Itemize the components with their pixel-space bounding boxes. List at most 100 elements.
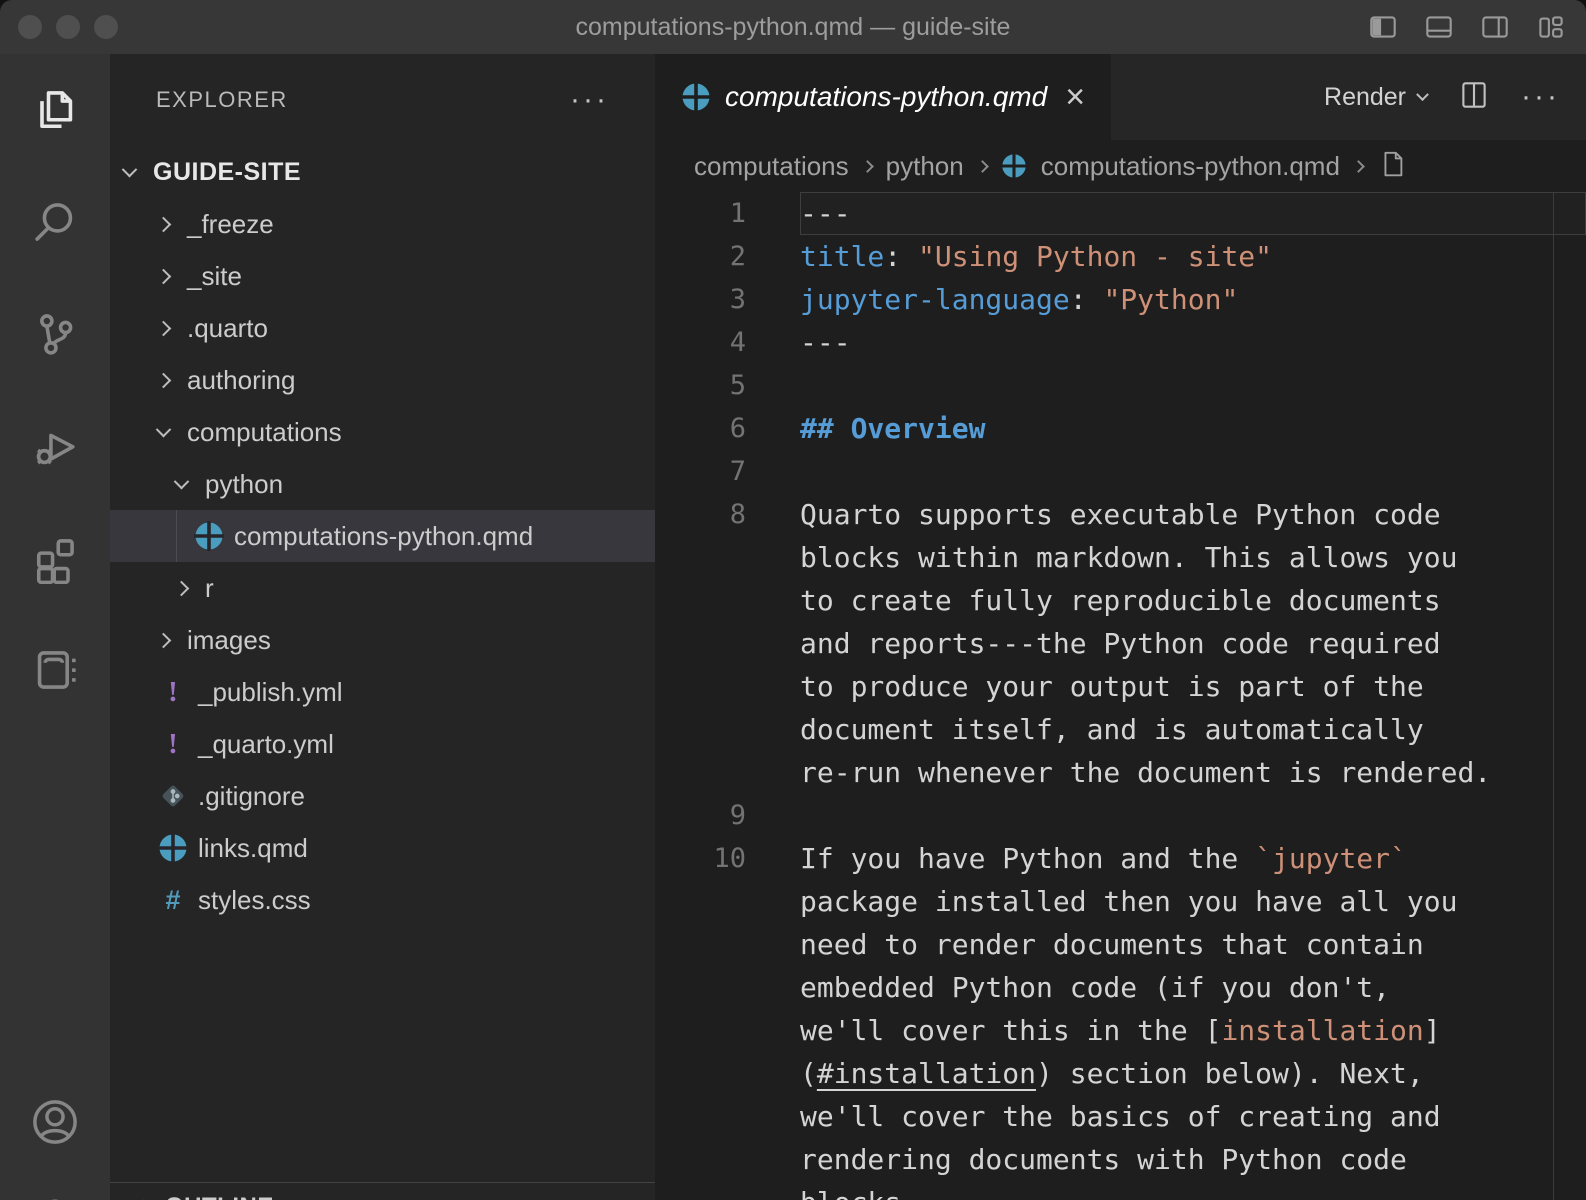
vscode-window: computations-python.qmd — guide-site [0, 0, 1586, 1200]
code-line: package installed then you have all you [655, 880, 1586, 923]
line-number: 3 [655, 278, 800, 321]
line-number: 9 [655, 794, 800, 837]
tree-item-label: python [205, 469, 283, 500]
remote-explorer-icon[interactable] [0, 614, 110, 726]
editor-more-actions-icon[interactable]: ··· [1521, 92, 1560, 102]
toggle-sidebar-icon[interactable] [1366, 10, 1400, 44]
tree-item--publish-yml[interactable]: ! _publish.yml [110, 666, 655, 718]
line-number [655, 751, 800, 794]
split-editor-icon[interactable] [1457, 78, 1491, 117]
tree-item--gitignore[interactable]: .gitignore [110, 770, 655, 822]
explorer-icon[interactable] [0, 54, 110, 166]
source-control-icon[interactable] [0, 278, 110, 390]
line-number [655, 665, 800, 708]
tree-item-python[interactable]: python [110, 458, 655, 510]
activity-bar [0, 54, 110, 1200]
line-number [655, 1052, 800, 1095]
code-line: embedded Python code (if you don't, [655, 966, 1586, 1009]
tree-item-label: .gitignore [198, 781, 305, 812]
code-line: need to render documents that contain [655, 923, 1586, 966]
chevron-right-icon [861, 160, 874, 173]
breadcrumb-python[interactable]: python [886, 151, 964, 182]
tree-item--quarto-yml[interactable]: !_quarto.yml [110, 718, 655, 770]
run-debug-icon[interactable] [0, 390, 110, 502]
outline-section[interactable]: OUTLINE [110, 1182, 655, 1200]
code-line: 4--- [655, 321, 1586, 364]
close-tab-icon[interactable]: × [1061, 82, 1089, 112]
settings-gear-icon[interactable] [35, 1192, 75, 1200]
chevron-down-icon [174, 473, 190, 489]
tree-item-label: authoring [187, 365, 295, 396]
render-button[interactable]: Render [1324, 83, 1427, 112]
line-number: 10 [655, 837, 800, 880]
accounts-icon[interactable] [0, 1066, 110, 1178]
line-number: 8 [655, 493, 800, 536]
git-file-icon [158, 781, 188, 811]
extensions-icon[interactable] [0, 502, 110, 614]
line-number [655, 708, 800, 751]
chevron-right-icon [174, 580, 190, 596]
tree-item-label: _site [187, 261, 242, 292]
code-line: we'll cover this in the [installation] [655, 1009, 1586, 1052]
explorer-more-actions-icon[interactable]: ··· [570, 95, 609, 105]
line-number: 2 [655, 235, 800, 278]
line-number: 4 [655, 321, 800, 364]
tree-item-r[interactable]: r [110, 562, 655, 614]
code-line: 2title: "Using Python - site" [655, 235, 1586, 278]
code-line: 5 [655, 364, 1586, 407]
code-line: blocks [655, 1181, 1586, 1200]
yaml-file-icon: ! [158, 677, 188, 707]
line-number [655, 1009, 800, 1052]
customize-layout-icon[interactable] [1534, 10, 1568, 44]
tab-bar: computations-python.qmd × Render ··· [655, 54, 1586, 140]
title-bar: computations-python.qmd — guide-site [0, 0, 1586, 54]
search-icon[interactable] [0, 166, 110, 278]
tree-item-label: r [205, 573, 214, 604]
tree-item-computations[interactable]: computations [110, 406, 655, 458]
tree-item-guide-site[interactable]: GUIDE-SITE [110, 146, 655, 198]
line-number [655, 1181, 800, 1200]
tree-item--freeze[interactable]: _freeze [110, 198, 655, 250]
explorer-sidebar: EXPLORER ··· GUIDE-SITE _freeze _site .quar… [110, 54, 655, 1200]
tree-item-computations-python-qmd[interactable]: computations-python.qmd [110, 510, 655, 562]
chevron-right-icon [156, 268, 172, 284]
line-number: 5 [655, 364, 800, 407]
quarto-file-icon [194, 521, 224, 551]
code-editor[interactable]: 1---2title: "Using Python - site"3jupyte… [655, 192, 1586, 1200]
toggle-secondary-sidebar-icon[interactable] [1478, 10, 1512, 44]
breadcrumb-computations[interactable]: computations [694, 151, 849, 182]
breadcrumb-file[interactable]: computations-python.qmd [1041, 151, 1340, 182]
quarto-file-icon [681, 82, 711, 112]
code-line: 10If you have Python and the `jupyter` [655, 837, 1586, 880]
toggle-panel-icon[interactable] [1422, 10, 1456, 44]
tree-item-links-qmd[interactable]: links.qmd [110, 822, 655, 874]
code-line: 9 [655, 794, 1586, 837]
tree-item-label: _freeze [187, 209, 274, 240]
editor-group: computations-python.qmd × Render ··· [655, 54, 1586, 1200]
chevron-right-icon [156, 372, 172, 388]
line-number [655, 923, 800, 966]
code-line: 6## Overview [655, 407, 1586, 450]
tab-computations-python[interactable]: computations-python.qmd × [655, 54, 1111, 140]
indent-guide [176, 510, 177, 562]
tree-item--site[interactable]: _site [110, 250, 655, 302]
code-line: 8Quarto supports executable Python code [655, 493, 1586, 536]
tree-item-label: computations [187, 417, 342, 448]
tree-item-styles-css[interactable]: #styles.css [110, 874, 655, 926]
chevron-right-icon [976, 160, 989, 173]
tree-item-images[interactable]: images [110, 614, 655, 666]
tree-item-authoring[interactable]: authoring [110, 354, 655, 406]
chevron-right-icon [1352, 160, 1365, 173]
tree-item--quarto[interactable]: .quarto [110, 302, 655, 354]
line-number: 7 [655, 450, 800, 493]
css-file-icon: # [158, 885, 188, 915]
chevron-right-icon [156, 216, 172, 232]
tree-item-label: links.qmd [198, 833, 308, 864]
tab-title: computations-python.qmd [725, 81, 1047, 113]
window-title: computations-python.qmd — guide-site [0, 13, 1586, 42]
tree-item-label: _publish.yml [198, 677, 343, 708]
explorer-header: EXPLORER [156, 87, 288, 113]
tree-item-label: computations-python.qmd [234, 521, 533, 552]
file-tree: GUIDE-SITE _freeze _site .quarto authoring co… [110, 146, 655, 926]
chevron-right-icon [156, 320, 172, 336]
